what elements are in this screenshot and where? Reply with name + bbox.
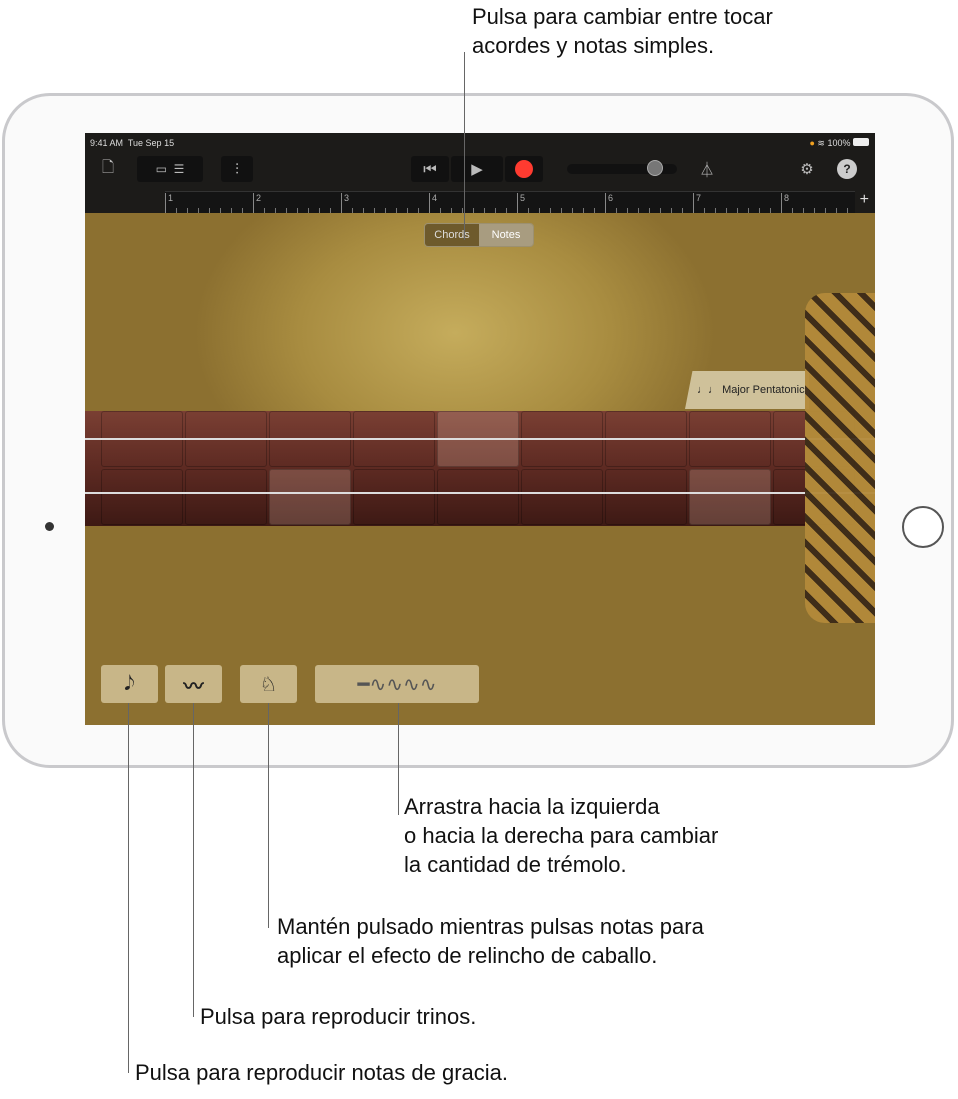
record-icon[interactable] (515, 160, 533, 178)
bar-number: 2 (253, 193, 261, 214)
note-cell[interactable] (605, 469, 687, 525)
orange-dot-icon: ● (809, 138, 815, 148)
horse-icon: ♘ (259, 673, 278, 696)
bar-number: 5 (517, 193, 525, 214)
bar-number: 1 (165, 193, 173, 214)
callout-chords-notes: Pulsa para cambiar entre tocar acordes y … (472, 2, 773, 60)
home-button[interactable] (902, 506, 944, 548)
notes-segment[interactable]: Notes (479, 224, 533, 246)
leader-line (464, 52, 465, 240)
callout-line: la cantidad de trémolo. (404, 852, 627, 877)
scale-button[interactable]: ♩♩ Major Pentatonic (685, 371, 809, 409)
note-cell[interactable] (521, 469, 603, 525)
view-toggle[interactable]: ▭ ☰ (137, 156, 203, 182)
tremolo-slider[interactable]: ━∿∿∿∿ (315, 665, 479, 703)
callout-line: o hacia la derecha para cambiar (404, 823, 719, 848)
wifi-icon: ≋ (817, 138, 825, 148)
record-button[interactable] (505, 156, 543, 182)
note-cell[interactable] (353, 469, 435, 525)
grace-note-button[interactable]: 𝅘𝅥𝅮 (101, 665, 158, 703)
callout-tremolo: Arrastra hacia la izquierda o hacia la de… (404, 792, 718, 879)
bar-number: 8 (781, 193, 789, 214)
battery-icon (853, 138, 869, 146)
volume-slider[interactable] (567, 160, 677, 176)
toolbar: 🗋 ▭ ☰ ⫶ ⏮ ▶ ⏃ ⚙ ? (85, 153, 875, 191)
ruler[interactable]: 1 2 3 4 5 6 7 8 (165, 191, 855, 214)
grace-note-icon: 𝅘𝅥𝅮 (124, 672, 135, 695)
callout-line: Arrastra hacia la izquierda (404, 794, 660, 819)
horse-neigh-button[interactable]: ♘ (240, 665, 297, 703)
leader-line (193, 703, 194, 1017)
rewind-icon[interactable]: ⏮ (411, 156, 449, 182)
leader-line (398, 703, 399, 815)
bar-number: 4 (429, 193, 437, 214)
help-icon[interactable]: ? (837, 159, 857, 179)
snakeskin-body (805, 293, 875, 623)
leader-line (128, 703, 129, 1073)
add-section-button[interactable]: + (860, 191, 869, 209)
garageband-screen: 9:41 AM Tue Sep 15 ● ≋ 100% 🗋 ▭ ☰ ⫶ ⏮ ▶ … (85, 133, 875, 725)
callout-line: acordes y notas simples. (472, 33, 715, 58)
note-cell[interactable] (689, 469, 771, 525)
view-toggle-icon[interactable]: ▭ (156, 162, 167, 176)
callout-trill: Pulsa para reproducir trinos. (200, 1004, 477, 1029)
callout-line: aplicar el efecto de relincho de caballo… (277, 943, 658, 968)
instrument-area: Chords Notes ♩♩ Major Pentatonic 𝅘𝅥𝅮 〰 ♘… (85, 213, 875, 725)
note-cell[interactable] (437, 469, 519, 525)
string[interactable] (85, 492, 875, 494)
tracks-icon[interactable]: ☰ (174, 162, 185, 176)
document-icon[interactable]: 🗋 (97, 156, 119, 182)
mixer-icon[interactable]: ⫶ (221, 156, 253, 182)
notes-icon: ♩♩ (697, 384, 719, 396)
trill-icon: 〰 (183, 675, 204, 698)
callout-grace: Pulsa para reproducir notas de gracia. (135, 1060, 508, 1085)
fretboard[interactable] (85, 411, 855, 526)
string[interactable] (85, 438, 875, 440)
note-cell[interactable] (269, 469, 351, 525)
chords-notes-switch[interactable]: Chords Notes (424, 223, 534, 247)
leader-line (268, 703, 269, 928)
settings-icon[interactable]: ⚙ (795, 156, 819, 182)
callout-line: Pulsa para cambiar entre tocar (472, 4, 773, 29)
callout-line: Mantén pulsado mientras pulsas notas par… (277, 914, 704, 939)
callout-horse: Mantén pulsado mientras pulsas notas par… (277, 912, 704, 970)
trill-button[interactable]: 〰 (165, 665, 222, 703)
note-cell[interactable] (101, 469, 183, 525)
note-cell[interactable] (185, 469, 267, 525)
status-bar: 9:41 AM Tue Sep 15 ● ≋ 100% (85, 133, 875, 153)
play-icon[interactable]: ▶ (451, 156, 503, 182)
tremolo-icon: ━∿∿∿∿ (357, 673, 437, 696)
volume-thumb[interactable] (647, 160, 663, 176)
status-time: 9:41 AM (90, 138, 124, 148)
bar-number: 7 (693, 193, 701, 214)
metronome-icon[interactable]: ⏃ (695, 156, 719, 182)
camera (45, 522, 54, 531)
bar-number: 3 (341, 193, 349, 214)
chords-segment[interactable]: Chords (425, 224, 479, 246)
scale-label: Major Pentatonic (722, 384, 805, 396)
bar-number: 6 (605, 193, 613, 214)
status-date: Tue Sep 15 (127, 138, 175, 148)
battery-level: 100% (827, 138, 851, 148)
